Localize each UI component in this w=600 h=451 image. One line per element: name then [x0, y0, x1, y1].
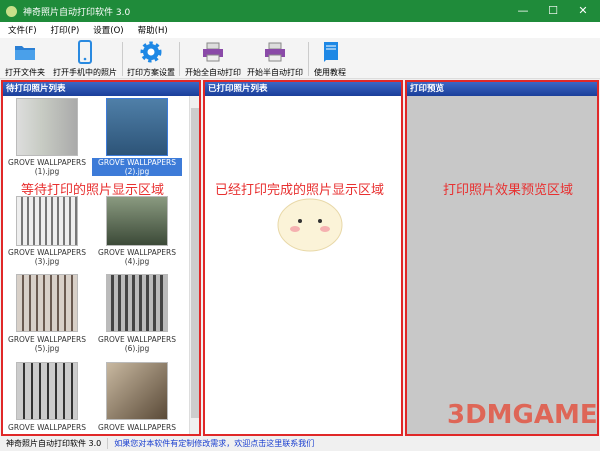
pending-photos-panel: 待打印照片列表 GROVE WALLPAPERS (1).jpg GROVE WA… [1, 80, 201, 436]
photo-caption-selected[interactable]: GROVE WALLPAPERS (2).jpg [92, 158, 182, 176]
start-auto-print-button[interactable]: 开始全自动打印 [183, 40, 243, 78]
photo-caption[interactable]: GROVE WALLPAPERS [2, 423, 92, 432]
printer-icon [183, 40, 243, 64]
minimize-button[interactable]: — [508, 0, 538, 22]
phone-icon [50, 40, 120, 64]
photo-caption[interactable]: GROVE WALLPAPERS (5).jpg [2, 335, 92, 353]
watermark: 3DMGAME [447, 400, 598, 430]
photo-thumbnail[interactable] [16, 196, 78, 246]
menu-help[interactable]: 帮助(H) [138, 24, 168, 36]
menu-bar: 文件(F) 打印(P) 设置(O) 帮助(H) [0, 22, 600, 38]
start-semi-auto-print-button[interactable]: 开始半自动打印 [245, 40, 305, 78]
photo-caption[interactable]: GROVE WALLPAPERS (3).jpg [2, 248, 92, 266]
gear-icon [126, 40, 176, 64]
menu-file[interactable]: 文件(F) [8, 24, 37, 36]
photo-thumbnail[interactable] [106, 196, 168, 246]
photo-caption[interactable]: GROVE WALLPAPERS (1).jpg [2, 158, 92, 176]
photo-caption[interactable]: GROVE WALLPAPERS (6).jpg [92, 335, 182, 353]
status-bar: 神奇照片自动打印软件 3.0 如果您对本软件有定制修改需求，欢迎点击这里联系我们 [0, 436, 600, 451]
photo-thumbnail[interactable] [16, 362, 78, 420]
photo-thumbnail[interactable] [106, 98, 168, 156]
photo-thumbnail[interactable] [16, 274, 78, 332]
menu-print[interactable]: 打印(P) [51, 24, 80, 36]
printed-photos-panel: 已打印照片列表 已经打印完成的照片显示区域 [203, 80, 403, 436]
title-bar: 神奇照片自动打印软件 3.0 — ☐ ✕ [0, 0, 600, 22]
printer-icon [245, 40, 305, 64]
tutorial-button[interactable]: 使用教程 [311, 40, 349, 78]
status-app-name: 神奇照片自动打印软件 3.0 [0, 438, 109, 449]
photo-thumbnail[interactable] [106, 362, 168, 420]
annotation-preview: 打印照片效果预览区域 [443, 183, 574, 198]
maximize-button[interactable]: ☐ [538, 0, 568, 22]
close-button[interactable]: ✕ [568, 0, 598, 22]
panel-header: 已打印照片列表 [205, 82, 401, 96]
print-preview-panel: 打印预览 打印照片效果预览区域 3DMGAME [405, 80, 599, 436]
book-icon [311, 40, 349, 64]
window-title: 神奇照片自动打印软件 3.0 [23, 7, 131, 18]
scrollbar-thumb[interactable] [191, 108, 199, 418]
open-folder-button[interactable]: 打开文件夹 [4, 40, 46, 78]
photo-caption[interactable]: GROVE WALLPAPERS [92, 423, 182, 432]
panel-header: 待打印照片列表 [3, 82, 199, 96]
mascot-icon [277, 198, 343, 252]
print-settings-button[interactable]: 打印方案设置 [126, 40, 176, 78]
toolbar: 打开文件夹 打开手机中的照片 打印方案设置 开始全自动打印 开始半自动打印 使用… [0, 38, 600, 79]
menu-settings[interactable]: 设置(O) [93, 24, 123, 36]
panel-header: 打印预览 [407, 82, 597, 96]
photo-thumbnail[interactable] [106, 274, 168, 332]
folder-icon [4, 40, 46, 64]
scrollbar[interactable] [189, 96, 199, 434]
open-phone-photos-button[interactable]: 打开手机中的照片 [50, 40, 120, 78]
app-logo-icon [6, 5, 17, 17]
contact-link[interactable]: 如果您对本软件有定制修改需求，欢迎点击这里联系我们 [108, 438, 314, 449]
photo-thumbnail[interactable] [16, 98, 78, 156]
photo-caption[interactable]: GROVE WALLPAPERS (4).jpg [92, 248, 182, 266]
